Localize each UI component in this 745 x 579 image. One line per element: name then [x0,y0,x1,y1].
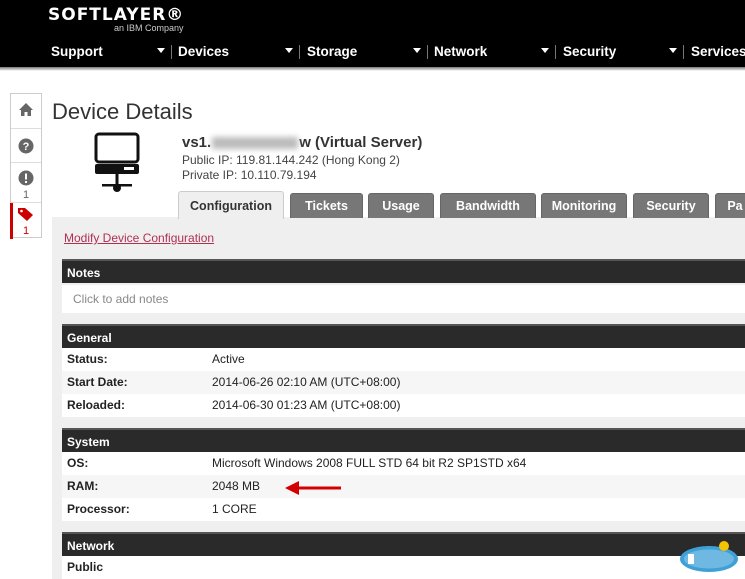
ithome-watermark-logo [678,540,740,574]
nav-divider [683,45,684,59]
notes-input[interactable]: Click to add notes [62,285,745,313]
svg-text:?: ? [23,141,30,153]
page-title: Device Details [52,99,193,124]
tag-count: 1 [22,225,30,237]
start-date-label: Start Date: [67,375,128,389]
public-ip: Public IP: 119.81.144.242 (Hong Kong 2) [182,153,400,167]
nav-divider [299,45,300,59]
softlayer-logo[interactable]: SOFTLAYER® [48,5,184,25]
nav-divider [171,45,172,59]
tags-button[interactable]: 1 [11,206,41,237]
chevron-down-icon[interactable] [413,48,421,53]
nav-divider [555,45,556,59]
tab-security[interactable]: Security [633,193,709,218]
chevron-down-icon[interactable] [669,48,677,53]
nav-support[interactable]: Support [51,44,103,59]
public-row: Public [62,556,745,579]
main-nav: Support Devices Storage Network Security… [0,40,745,64]
alert-count: 1 [22,189,30,201]
header-shadow [0,67,745,71]
start-date-row: Start Date: 2014-06-26 02:10 AM (UTC+08:… [62,371,745,394]
logo-tagline: an IBM Company [114,23,184,33]
tab-usage[interactable]: Usage [368,193,434,218]
tag-icon [18,208,33,221]
side-rail: ? 1 1 [10,93,42,239]
nav-services[interactable]: Services [691,44,745,59]
network-heading: Network [62,532,745,556]
rail-divider [11,202,41,203]
reloaded-value: 2014-06-30 01:23 AM (UTC+08:00) [212,398,401,412]
tab-monitoring[interactable]: Monitoring [541,193,627,218]
general-heading: General [62,324,745,348]
active-indicator [10,203,13,239]
processor-label: Processor: [67,502,130,516]
processor-row: Processor: 1 CORE [62,498,745,521]
ram-label: RAM: [67,479,99,493]
virtual-server-icon [94,132,140,197]
reloaded-label: Reloaded: [67,398,126,412]
system-heading: System [62,428,745,452]
modify-device-configuration-link[interactable]: Modify Device Configuration [64,231,214,245]
nav-network[interactable]: Network [434,44,487,59]
ram-value: 2048 MB [212,479,261,493]
alerts-button[interactable]: 1 [11,170,41,201]
tab-bandwidth[interactable]: Bandwidth [440,193,536,218]
public-label: Public [67,560,104,574]
home-icon[interactable] [11,102,41,120]
device-name-prefix: vs1. [182,134,212,151]
status-label: Status: [67,352,108,366]
chevron-down-icon[interactable] [157,48,165,53]
tab-partial[interactable]: Pa [715,193,745,218]
chevron-down-icon[interactable] [541,48,549,53]
os-row: OS: Microsoft Windows 2008 FULL STD 64 b… [62,452,745,475]
nav-storage[interactable]: Storage [307,44,357,59]
tab-configuration[interactable]: Configuration [178,191,284,219]
notes-heading: Notes [62,259,745,283]
help-icon[interactable]: ? [11,138,41,157]
nav-divider [427,45,428,59]
device-name-suffix: w (Virtual Server) [299,134,423,151]
nav-devices[interactable]: Devices [178,44,229,59]
redacted-hostname [212,137,299,150]
rail-divider [11,128,41,129]
processor-value: 1 CORE [212,502,257,516]
rail-divider [11,162,41,163]
annotation-arrow-icon [283,480,343,499]
alert-icon [18,170,34,186]
reloaded-row: Reloaded: 2014-06-30 01:23 AM (UTC+08:00… [62,394,745,417]
start-date-value: 2014-06-26 02:10 AM (UTC+08:00) [212,375,401,389]
tab-tickets[interactable]: Tickets [290,193,363,218]
nav-security[interactable]: Security [563,44,616,59]
os-label: OS: [67,456,89,470]
private-ip: Private IP: 10.110.79.194 [182,168,317,182]
status-row: Status: Active [62,348,745,371]
top-header: SOFTLAYER® an IBM Company Support Device… [0,0,745,67]
device-name: vs1. w (Virtual Server) [182,134,422,151]
status-value: Active [212,352,245,366]
chevron-down-icon[interactable] [285,48,293,53]
ram-row: RAM: 2048 MB [62,475,745,498]
os-value: Microsoft Windows 2008 FULL STD 64 bit R… [212,456,527,470]
